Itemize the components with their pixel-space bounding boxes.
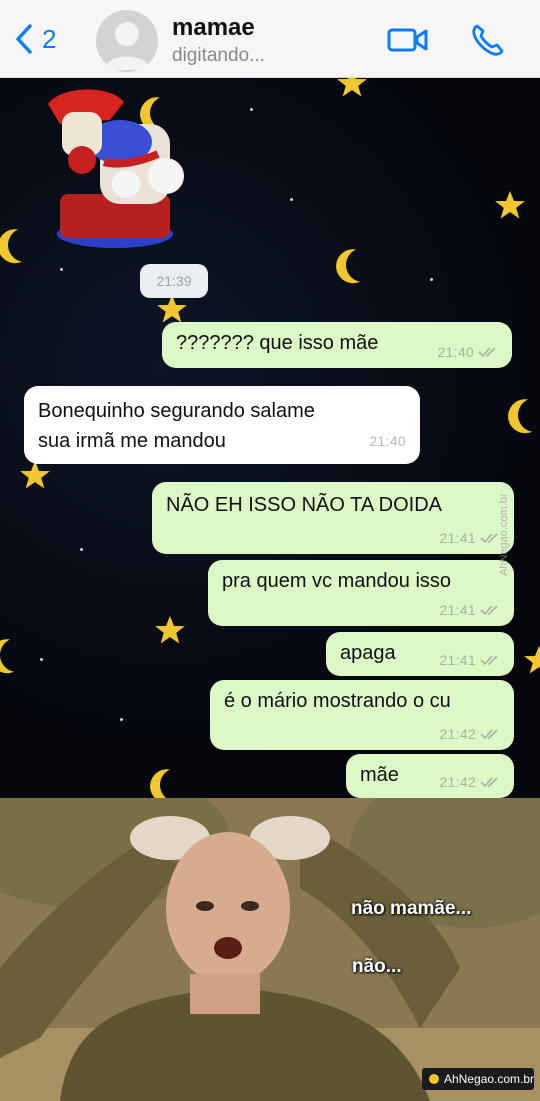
sparkle xyxy=(40,658,43,661)
shocked-man-illustration xyxy=(0,798,540,1101)
sparkle xyxy=(80,548,83,551)
chat-area[interactable]: 21:39 ??????? que isso mãe 21:40 Bonequi… xyxy=(0,78,540,798)
side-watermark: AhNegao.com.br xyxy=(498,493,510,576)
star-icon xyxy=(155,615,185,644)
screen: 2 mamae digitando... 21:39 ??????? que i… xyxy=(0,0,540,1101)
sparkle xyxy=(120,718,123,721)
time-label: 21:42 xyxy=(439,774,476,790)
contact-name[interactable]: mamae xyxy=(172,14,255,42)
double-check-icon xyxy=(480,605,498,616)
phone-icon xyxy=(472,24,504,56)
chevron-left-icon xyxy=(16,24,32,54)
message-time: 21:42 xyxy=(439,774,500,790)
unread-count: 2 xyxy=(42,24,57,54)
meme-caption: não mamãe... xyxy=(351,898,472,919)
double-check-icon xyxy=(480,777,498,788)
sparkle xyxy=(250,108,253,111)
site-watermark: AhNegao.com.br xyxy=(422,1068,534,1090)
typing-status: digitando... xyxy=(172,45,265,66)
double-check-icon xyxy=(480,729,498,740)
video-call-button[interactable] xyxy=(386,20,430,60)
message-bubble-out[interactable]: apaga 21:41 xyxy=(326,632,514,676)
sparkle xyxy=(60,268,63,271)
back-button[interactable]: 2 xyxy=(12,22,56,56)
message-time: 21:41 xyxy=(439,530,500,546)
meme-image: não mamãe... não... xyxy=(0,798,540,1101)
crescent-moon xyxy=(340,242,386,288)
message-bubble-in[interactable]: Bonequinho segurando salame sua irmã me … xyxy=(24,386,420,464)
default-avatar-icon xyxy=(104,22,150,70)
meme-caption: não... xyxy=(352,956,402,977)
message-bubble-out[interactable]: é o mário mostrando o cu 21:42 xyxy=(210,680,514,750)
message-text-line: sua irmã me mandou xyxy=(38,430,226,452)
crescent-moon xyxy=(512,392,540,438)
message-text: apaga xyxy=(340,642,396,664)
crescent-moon xyxy=(154,762,200,798)
message-text: mãe xyxy=(360,764,399,786)
chat-header: 2 mamae digitando... xyxy=(0,0,540,78)
sparkle xyxy=(290,198,293,201)
star-icon xyxy=(495,190,525,219)
avatar[interactable] xyxy=(96,10,158,72)
message-text: pra quem vc mandou isso xyxy=(222,570,452,592)
double-check-icon xyxy=(480,533,498,544)
double-check-icon xyxy=(480,655,498,666)
message-text: é o mário mostrando o cu xyxy=(224,690,451,712)
message-text: NÃO EH ISSO NÃO TA DOIDA xyxy=(166,494,442,516)
video-camera-icon xyxy=(387,28,428,52)
message-time: 21:40 xyxy=(369,433,406,449)
message-bubble-out[interactable]: ??????? que isso mãe 21:40 xyxy=(162,322,512,368)
mario-sticker[interactable] xyxy=(40,84,190,254)
message-bubble-out[interactable]: pra quem vc mandou isso 21:41 xyxy=(208,560,514,626)
sticker-time: 21:39 xyxy=(140,264,208,298)
star-icon xyxy=(337,78,367,97)
message-time: 21:40 xyxy=(437,344,498,360)
crescent-moon xyxy=(0,632,40,678)
message-time: 21:41 xyxy=(439,652,500,668)
mascot-icon xyxy=(428,1074,439,1084)
time-label: 21:42 xyxy=(439,726,476,742)
voice-call-button[interactable] xyxy=(466,20,510,60)
message-text-line: Bonequinho segurando salame xyxy=(38,400,315,422)
double-check-icon xyxy=(478,347,496,358)
message-text: ??????? que isso mãe xyxy=(176,332,379,354)
sparkle xyxy=(430,278,433,281)
site-watermark-text: AhNegao.com.br xyxy=(443,1072,534,1086)
time-label: 21:41 xyxy=(439,530,476,546)
message-time: 21:41 xyxy=(439,602,500,618)
message-time: 21:42 xyxy=(439,726,500,742)
time-label: 21:41 xyxy=(439,602,476,618)
time-label: 21:41 xyxy=(439,652,476,668)
message-bubble-out[interactable]: NÃO EH ISSO NÃO TA DOIDA 21:41 xyxy=(152,482,514,554)
message-bubble-out[interactable]: mãe 21:42 xyxy=(346,754,514,798)
star-icon xyxy=(524,645,540,674)
time-label: 21:40 xyxy=(437,344,474,360)
